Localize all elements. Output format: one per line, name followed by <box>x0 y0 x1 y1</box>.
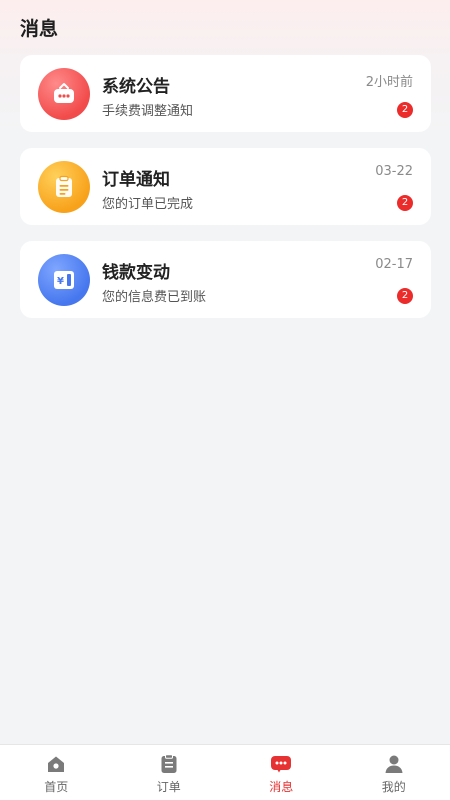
message-card-payment-change[interactable]: ¥ 钱款变动 您的信息费已到账 02-17 2 <box>20 241 431 318</box>
message-title: 订单通知 <box>102 170 170 190</box>
unread-badge: 2 <box>397 195 413 211</box>
tab-label: 消息 <box>269 780 294 794</box>
order-icon <box>158 753 180 775</box>
message-card-system-notice[interactable]: 系统公告 手续费调整通知 2小时前 2 <box>20 55 431 132</box>
unread-badge: 2 <box>397 102 413 118</box>
store-icon <box>38 68 90 120</box>
message-time: 2小时前 <box>365 75 413 90</box>
tab-label: 我的 <box>381 780 406 794</box>
message-card-order-notice[interactable]: 订单通知 您的订单已完成 03-22 2 <box>20 148 431 225</box>
message-subtitle: 手续费调整通知 <box>102 104 194 119</box>
tab-label: 订单 <box>156 780 181 794</box>
message-subtitle: 您的订单已完成 <box>102 197 194 212</box>
tab-profile[interactable]: 我的 <box>338 745 450 800</box>
tab-orders[interactable]: 订单 <box>113 745 226 800</box>
user-icon <box>383 753 405 775</box>
tab-label: 首页 <box>44 780 69 794</box>
message-subtitle: 您的信息费已到账 <box>102 290 207 305</box>
unread-badge: 2 <box>397 288 413 304</box>
message-icon <box>270 753 292 775</box>
tab-messages[interactable]: 消息 <box>225 745 338 800</box>
bottom-tab-bar: 首页 订单 消息 我的 <box>0 744 450 800</box>
svg-text:¥: ¥ <box>57 276 64 287</box>
message-title: 钱款变动 <box>102 263 170 283</box>
message-title: 系统公告 <box>102 77 170 97</box>
wallet-icon: ¥ <box>38 254 90 306</box>
messages-page: 消息 系统公告 手续费调整通知 2小时前 2 订单通知 您的订单已完成 03-2… <box>0 0 450 800</box>
message-time: 03-22 <box>375 164 413 179</box>
home-icon <box>45 753 67 775</box>
page-title: 消息 <box>20 18 59 40</box>
message-time: 02-17 <box>375 257 413 272</box>
tab-home[interactable]: 首页 <box>0 745 113 800</box>
clipboard-icon <box>38 161 90 213</box>
